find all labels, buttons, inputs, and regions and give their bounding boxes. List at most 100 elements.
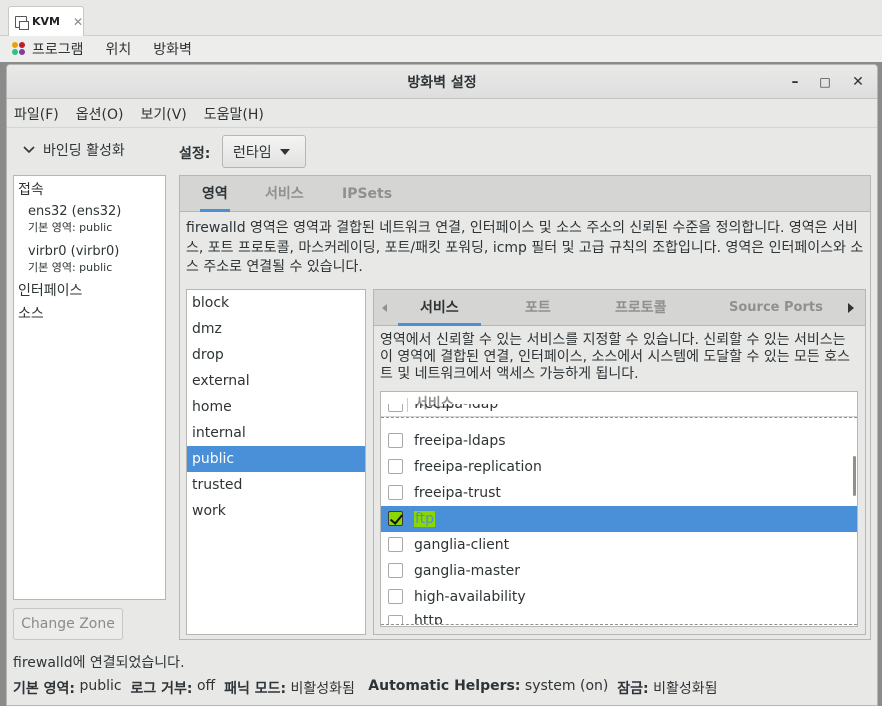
- service-checkbox[interactable]: [388, 485, 403, 500]
- configuration-dropdown[interactable]: 런타임: [222, 135, 306, 168]
- service-row[interactable]: freeipa-replication: [381, 454, 857, 480]
- tab-zone-ports[interactable]: 포트: [525, 290, 551, 326]
- zone-item[interactable]: drop: [187, 342, 365, 368]
- menu-help[interactable]: 도움말(H): [204, 104, 264, 124]
- scroll-tabs-left-icon[interactable]: [382, 304, 387, 312]
- service-row[interactable]: ganglia-client: [381, 532, 857, 558]
- host-menu-bar: 프로그램 위치 방화벽: [0, 36, 882, 62]
- host-tab-title: KVM: [31, 15, 60, 28]
- scroll-edge-divider: [381, 417, 857, 418]
- service-description: 영역에서 신뢰할 수 있는 서비스를 지정할 수 있습니다. 신뢰할 수 있는 …: [380, 332, 851, 382]
- virtual-machine-icon: [15, 15, 29, 30]
- service-checkbox[interactable]: [388, 404, 403, 412]
- close-window-button[interactable]: ✕: [850, 74, 866, 90]
- places-menu[interactable]: 위치: [106, 39, 132, 59]
- zone-item[interactable]: trusted: [187, 472, 365, 498]
- service-checkbox[interactable]: [388, 459, 403, 474]
- service-name: http: [414, 613, 443, 624]
- tab-zone-source-ports[interactable]: Source Ports: [729, 290, 823, 326]
- binding-expander[interactable]: 바인딩 활성화: [23, 140, 125, 160]
- zone-list: block dmz drop external home internal pu…: [186, 289, 366, 635]
- service-checkbox[interactable]: [388, 433, 403, 448]
- service-name: ftp: [414, 511, 436, 527]
- zone-item[interactable]: home: [187, 394, 365, 420]
- dropdown-arrow-icon: [279, 148, 290, 155]
- connection-ens32-zone: 기본 영역: public: [28, 221, 113, 234]
- service-checkbox[interactable]: [388, 563, 403, 578]
- default-zone-label: 기본 영역:: [13, 681, 75, 697]
- connection-status: firewalld에 연결되었습니다.: [13, 655, 185, 671]
- tab-services[interactable]: 서비스: [265, 176, 304, 212]
- tab-zone-services[interactable]: 서비스: [398, 290, 481, 326]
- window-titlebar[interactable]: 방화벽 설정 – □ ✕: [7, 65, 877, 99]
- host-tab-kvm[interactable]: KVM ✕: [8, 6, 84, 36]
- applications-menu[interactable]: 프로그램: [12, 39, 84, 59]
- zone-item[interactable]: work: [187, 498, 365, 524]
- menu-file[interactable]: 파일(F): [14, 104, 59, 124]
- log-denied-label: 로그 거부:: [130, 681, 193, 697]
- maximize-button[interactable]: □: [817, 74, 833, 90]
- service-row[interactable]: freeipa-ldap: [381, 404, 857, 418]
- service-name: high-availability: [414, 589, 526, 605]
- services-scrollbar[interactable]: [853, 456, 856, 496]
- chevron-down-icon: [23, 146, 35, 154]
- connection-virbr0-zone: 기본 영역: public: [28, 261, 113, 274]
- close-tab-icon[interactable]: ✕: [73, 15, 83, 29]
- service-checkbox[interactable]: [388, 537, 403, 552]
- panic-mode-label: 패닉 모드:: [224, 681, 287, 697]
- service-row[interactable]: ganglia-master: [381, 558, 857, 584]
- service-row[interactable]: high-availability: [381, 584, 857, 610]
- firewall-menu[interactable]: 방화벽: [153, 39, 192, 59]
- menu-view[interactable]: 보기(V): [140, 104, 186, 124]
- service-name: freeipa-replication: [414, 459, 542, 475]
- applications-menu-label: 프로그램: [32, 42, 84, 58]
- service-checkbox[interactable]: [388, 589, 403, 604]
- lockdown-label: 잠금:: [617, 681, 649, 697]
- main-notebook: 영역 서비스 IPSets firewalld 영역은 영역과 결합된 네트워크…: [179, 175, 871, 640]
- service-checkbox-checked[interactable]: [388, 511, 403, 526]
- menu-bar: 파일(F) 옵션(O) 보기(V) 도움말(H): [7, 100, 877, 128]
- zone-item[interactable]: internal: [187, 420, 365, 446]
- service-name: ganglia-master: [414, 563, 521, 579]
- tab-zone-protocols[interactable]: 프로토콜: [615, 290, 667, 326]
- host-tab-bar: KVM ✕: [0, 0, 882, 36]
- connections-header[interactable]: 접속: [14, 179, 165, 199]
- zone-description: firewalld 영역은 영역과 결합된 네트워크 연결, 인터페이스 및 소…: [186, 220, 864, 275]
- zone-item[interactable]: external: [187, 368, 365, 394]
- scroll-tabs-right-icon[interactable]: [848, 303, 854, 313]
- connection-ens32[interactable]: ens32 (ens32): [14, 204, 165, 219]
- zone-settings-tab-bar: 서비스 포트 프로토콜 Source Ports: [374, 290, 865, 326]
- service-row-selected[interactable]: ftp: [381, 506, 857, 532]
- tab-zones[interactable]: 영역: [200, 176, 230, 212]
- scroll-edge-divider: [381, 624, 857, 625]
- sources-header[interactable]: 소스: [14, 303, 165, 323]
- firewall-config-window: 방화벽 설정 – □ ✕ 파일(F) 옵션(O) 보기(V) 도움말(H) 바인…: [6, 64, 878, 706]
- automatic-helpers-value: system (on): [524, 678, 609, 694]
- tab-ipsets[interactable]: IPSets: [342, 176, 392, 212]
- service-row[interactable]: freeipa-trust: [381, 480, 857, 506]
- zone-item[interactable]: block: [187, 290, 365, 316]
- service-name: freeipa-trust: [414, 485, 501, 501]
- main-tab-bar: 영역 서비스 IPSets: [180, 176, 870, 212]
- change-zone-button[interactable]: Change Zone: [13, 608, 123, 640]
- zone-settings-notebook: 서비스 포트 프로토콜 Source Ports 영역에서 신뢰할 수 있는 서…: [373, 289, 866, 635]
- interfaces-header[interactable]: 인터페이스: [14, 280, 165, 300]
- binding-label: 바인딩 활성화: [43, 143, 125, 159]
- service-name: freeipa-ldap: [414, 404, 499, 412]
- automatic-helpers-label: Automatic Helpers:: [368, 678, 521, 694]
- zone-item[interactable]: dmz: [187, 316, 365, 342]
- service-checkbox[interactable]: [388, 615, 403, 624]
- service-row[interactable]: http: [381, 610, 857, 624]
- panic-mode-value: 비활성화됨: [290, 681, 355, 697]
- log-denied-value: off: [196, 678, 216, 694]
- gnome-foot-icon: [12, 42, 26, 56]
- zone-item-selected[interactable]: public: [187, 446, 365, 472]
- connections-list: 접속 ens32 (ens32) 기본 영역: public virbr0 (v…: [13, 175, 166, 600]
- menu-options[interactable]: 옵션(O): [76, 104, 124, 124]
- minimize-button[interactable]: –: [787, 74, 803, 90]
- connection-virbr0[interactable]: virbr0 (virbr0): [14, 244, 165, 259]
- lockdown-value: 비활성화됨: [653, 681, 718, 697]
- default-zone-value: public: [79, 678, 122, 694]
- service-name: freeipa-ldaps: [414, 433, 506, 449]
- service-row[interactable]: freeipa-ldaps: [381, 428, 857, 454]
